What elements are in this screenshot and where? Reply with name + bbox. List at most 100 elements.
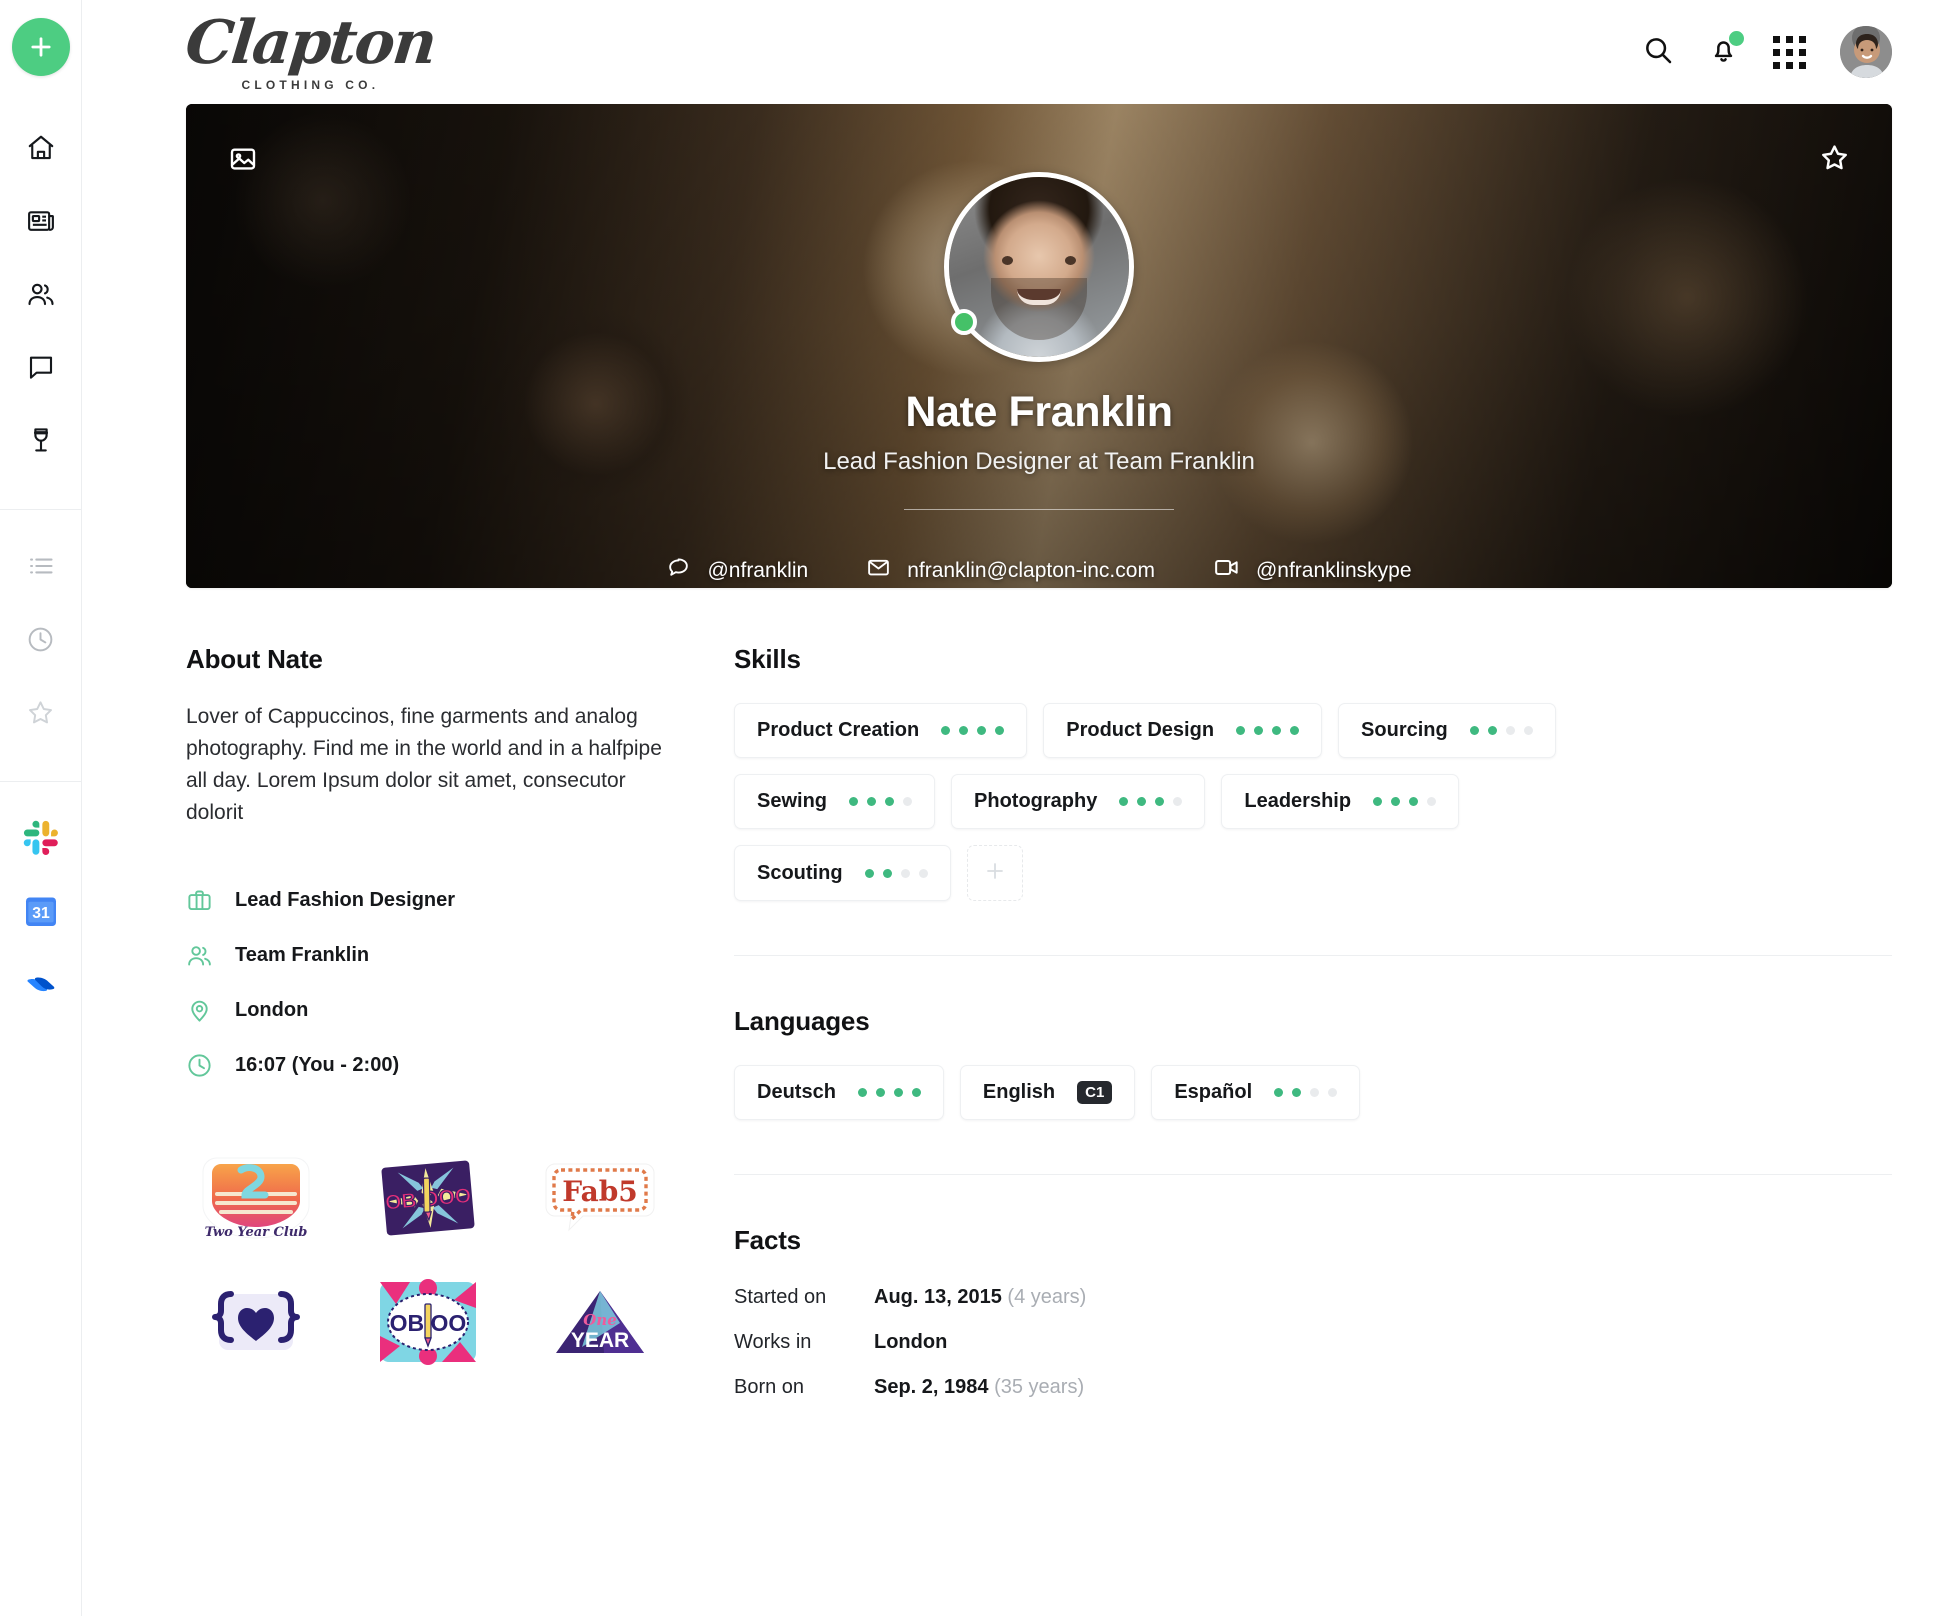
level-dot bbox=[918, 868, 928, 878]
notification-unread-dot bbox=[1729, 31, 1744, 46]
languages-list: Deutsch English C1 Español bbox=[734, 1065, 1654, 1120]
home-icon bbox=[26, 133, 56, 163]
level-dot bbox=[1254, 726, 1264, 735]
account-avatar[interactable] bbox=[1840, 26, 1892, 78]
skill-label: Product Creation bbox=[757, 719, 920, 741]
sidebar-item-people[interactable] bbox=[11, 264, 71, 324]
badge-fab5[interactable]: Fab5 bbox=[530, 1147, 670, 1249]
language-pill[interactable]: Deutsch bbox=[734, 1065, 944, 1120]
facts-title: Facts bbox=[734, 1225, 801, 1255]
skill-pill[interactable]: Product Creation bbox=[734, 703, 1028, 758]
badge-ob-ooo-cloud[interactable]: OB OO bbox=[358, 1271, 498, 1373]
facts-table: Started on Aug. 13, 2015 (4 years) Works… bbox=[734, 1286, 1892, 1399]
achievement-badges: Two Year Club OB OOO Fab5 OB OO One YEAR bbox=[186, 1147, 694, 1373]
level-dot bbox=[885, 797, 895, 806]
svg-text:YEAR: YEAR bbox=[571, 1329, 629, 1352]
sidebar-item-chat[interactable] bbox=[11, 337, 71, 397]
language-pill[interactable]: English C1 bbox=[959, 1065, 1136, 1120]
language-pill[interactable]: Español bbox=[1151, 1065, 1361, 1120]
page-title: Nate Franklin bbox=[905, 388, 1173, 436]
profile-avatar[interactable] bbox=[944, 172, 1134, 362]
skill-label: Sourcing bbox=[1361, 719, 1448, 741]
sidebar-apps-group: 31 bbox=[0, 781, 81, 1027]
sidebar-primary-group bbox=[0, 118, 81, 483]
brand-logo[interactable]: Clapton CLOTHING CO. bbox=[182, 8, 438, 92]
skill-pill[interactable]: Leadership bbox=[1221, 774, 1460, 829]
level-dot bbox=[900, 868, 910, 878]
skills-title: Skills bbox=[734, 644, 801, 674]
atlassian-icon bbox=[23, 966, 59, 1002]
languages-title: Languages bbox=[734, 1006, 870, 1036]
skill-pill[interactable]: Sewing bbox=[734, 774, 936, 829]
level-dot bbox=[1173, 797, 1183, 806]
sidebar-item-favorites[interactable] bbox=[11, 682, 71, 742]
add-skill-button[interactable] bbox=[966, 845, 1023, 901]
fact-value-main: Sep. 2, 1984 bbox=[874, 1376, 989, 1398]
level-dot bbox=[977, 726, 987, 735]
about-title: About Nate bbox=[186, 644, 323, 674]
language-label: Deutsch bbox=[757, 1081, 836, 1103]
skill-level-dots bbox=[941, 726, 1005, 735]
contact-link-chat[interactable]: @nfranklin bbox=[666, 555, 808, 586]
chat-bubble-icon bbox=[666, 555, 691, 586]
skill-label: Photography bbox=[974, 790, 1098, 812]
notifications-button[interactable] bbox=[1708, 31, 1744, 70]
sidebar-item-news[interactable] bbox=[11, 191, 71, 251]
profile-columns: About Nate Lover of Cappuccinos, fine ga… bbox=[186, 588, 1892, 1399]
fact-key: Born on bbox=[734, 1376, 805, 1398]
skill-label: Product Design bbox=[1066, 719, 1215, 741]
level-dot bbox=[849, 797, 859, 806]
avatar-eyes bbox=[1002, 256, 1076, 266]
contact-link-video[interactable]: @nfranklinskype bbox=[1213, 554, 1412, 587]
badge-two-year-club[interactable]: Two Year Club bbox=[186, 1147, 326, 1249]
about-fact-label: London bbox=[235, 998, 309, 1021]
sidebar-secondary-group bbox=[0, 509, 81, 755]
skill-pill[interactable]: Product Design bbox=[1043, 703, 1323, 758]
level-dot bbox=[1292, 1088, 1302, 1097]
fact-value-note: (4 years) bbox=[1007, 1286, 1087, 1308]
people-icon bbox=[26, 279, 56, 309]
fact-value: Sep. 2, 1984 (35 years) bbox=[874, 1376, 1892, 1399]
page-content: Nate Franklin Lead Fashion Designer at T… bbox=[82, 104, 1938, 1399]
sidebar-item-recent[interactable] bbox=[11, 609, 71, 669]
sidebar-item-atlassian[interactable] bbox=[11, 954, 71, 1014]
language-label: English bbox=[982, 1081, 1056, 1103]
svg-text:Fab5: Fab5 bbox=[562, 1175, 638, 1208]
skill-pill[interactable]: Scouting bbox=[734, 845, 951, 901]
sidebar-item-list[interactable] bbox=[11, 536, 71, 596]
level-dot bbox=[1290, 726, 1300, 735]
facts-section: Facts Started on Aug. 13, 2015 (4 years)… bbox=[734, 1175, 1892, 1399]
badge-ob-ooo-burst[interactable]: OB OOO bbox=[358, 1147, 498, 1249]
contact-link-email[interactable]: nfranklin@clapton-inc.com bbox=[866, 555, 1155, 586]
level-dot bbox=[941, 726, 951, 735]
about-fact-label: Lead Fashion Designer bbox=[235, 888, 456, 911]
skill-pill[interactable]: Sourcing bbox=[1338, 703, 1556, 758]
sidebar-item-slack[interactable] bbox=[11, 808, 71, 868]
top-bar: Clapton CLOTHING CO. bbox=[82, 0, 1938, 104]
search-button[interactable] bbox=[1642, 34, 1674, 71]
sidebar-item-calendar[interactable]: 31 bbox=[11, 881, 71, 941]
skill-level-dots bbox=[1236, 726, 1300, 735]
plus-icon bbox=[27, 33, 55, 61]
apps-button[interactable] bbox=[1773, 35, 1806, 69]
calendar-31-icon: 31 bbox=[23, 893, 59, 929]
about-fact-team: Team Franklin bbox=[186, 942, 694, 969]
badge-one-year-club[interactable]: One YEAR bbox=[530, 1271, 670, 1373]
skill-pill[interactable]: Photography bbox=[951, 774, 1206, 829]
level-dot bbox=[1137, 797, 1147, 806]
location-pin-icon bbox=[186, 997, 213, 1024]
about-fact-label: 16:07 (You - 2:00) bbox=[235, 1053, 400, 1076]
about-facts: Lead Fashion Designer Team Franklin Lond… bbox=[186, 887, 694, 1079]
skill-level-dots bbox=[1469, 726, 1533, 735]
profile-cover: Nate Franklin Lead Fashion Designer at T… bbox=[186, 104, 1892, 588]
language-level-badge: C1 bbox=[1077, 1081, 1113, 1104]
badge-heart-braces[interactable] bbox=[186, 1271, 326, 1373]
about-column: About Nate Lover of Cappuccinos, fine ga… bbox=[186, 644, 734, 1399]
sidebar-item-home[interactable] bbox=[11, 118, 71, 178]
sidebar-item-drinks[interactable] bbox=[11, 410, 71, 470]
skill-level-dots bbox=[1373, 797, 1437, 806]
skill-level-dots bbox=[1119, 797, 1183, 806]
add-button[interactable] bbox=[11, 18, 70, 76]
level-dot bbox=[857, 1088, 867, 1097]
main-area: Clapton CLOTHING CO. Nate Franklin Lead … bbox=[82, 0, 1938, 1616]
